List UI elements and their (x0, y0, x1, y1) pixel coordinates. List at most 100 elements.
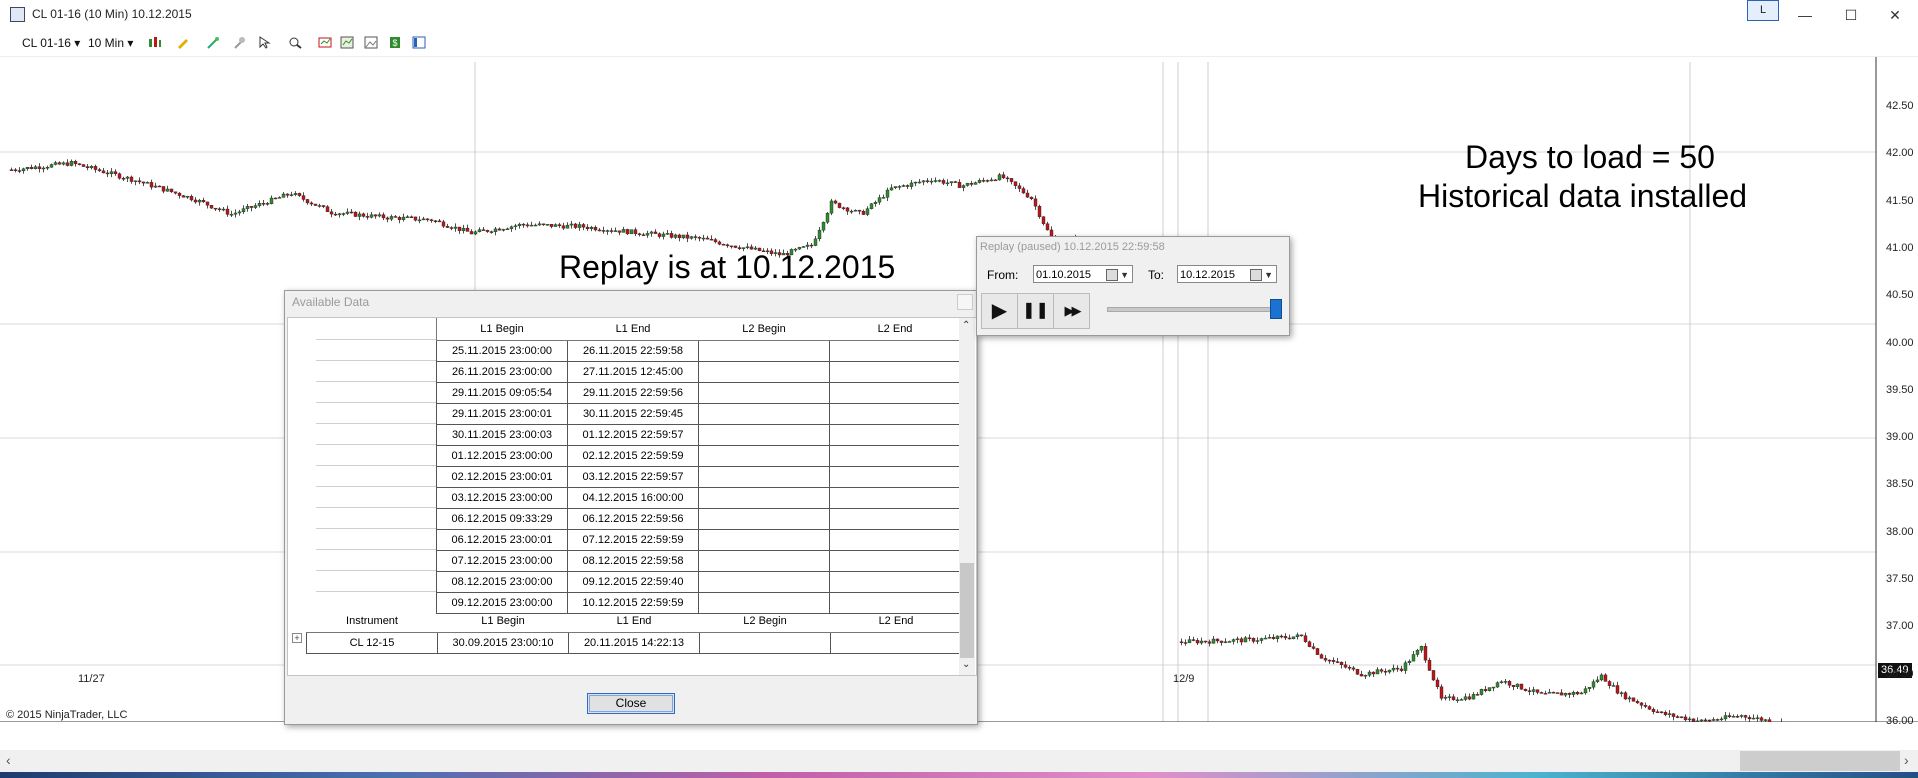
candle (1323, 658, 1328, 661)
grid-vertical-scrollbar[interactable]: ⌃ ⌄ (959, 318, 975, 675)
replay-position-slider[interactable] (1107, 307, 1281, 312)
pin-icon[interactable] (232, 36, 246, 49)
image-icon[interactable] (364, 36, 378, 49)
candle (933, 180, 938, 182)
calendar-icon[interactable] (1106, 269, 1118, 281)
scroll-right-icon[interactable]: › (1904, 752, 1909, 768)
chevron-down-icon[interactable]: ▼ (1120, 266, 1129, 284)
table-row[interactable]: 01.12.2015 23:00:00 02.12.2015 22:59:59 (436, 445, 961, 467)
candle (589, 226, 594, 229)
candle (697, 237, 702, 239)
strategy-icon[interactable] (318, 36, 332, 49)
candle (677, 234, 682, 239)
close-button[interactable]: Close (587, 693, 675, 714)
grid-scrollbar-thumb[interactable] (960, 563, 974, 658)
indicators-icon[interactable] (340, 36, 354, 49)
column-header[interactable]: L2 Begin (699, 610, 831, 633)
table-row[interactable]: 25.11.2015 23:00:00 26.11.2015 22:59:58 (436, 340, 961, 362)
to-date-field[interactable]: 10.12.2015 ▼ (1177, 265, 1277, 283)
bar-chart-style-icon[interactable] (148, 36, 162, 49)
pause-button[interactable]: ❚❚ (1017, 293, 1054, 329)
candle (553, 224, 558, 227)
table-row[interactable]: 08.12.2015 23:00:00 09.12.2015 22:59:40 (436, 571, 961, 593)
table-cell (829, 382, 961, 404)
calendar-icon[interactable] (1250, 269, 1262, 281)
play-button[interactable]: ▶ (981, 293, 1018, 329)
candle (265, 203, 270, 205)
y-tick-label: 39.50 (1886, 383, 1914, 396)
table-row[interactable]: 29.11.2015 09:05:54 29.11.2015 22:59:56 (436, 382, 961, 404)
candle (1447, 696, 1452, 698)
pencil-icon[interactable] (176, 36, 190, 49)
candle (45, 167, 50, 169)
dialog-close-icon[interactable] (957, 294, 973, 310)
fast-forward-button[interactable]: ▶▶ (1053, 293, 1090, 329)
candle (673, 234, 678, 238)
table-row[interactable]: CL 12-15 30.09.2015 23:00:10 20.11.2015 14… (306, 632, 962, 654)
expand-icon[interactable]: + (292, 633, 302, 643)
table-row[interactable]: 02.12.2015 23:00:01 03.12.2015 22:59:57 (436, 466, 961, 488)
candle (465, 227, 470, 232)
candle (1001, 174, 1006, 179)
table-cell: 06.12.2015 09:33:29 (436, 508, 568, 530)
tree-row-divider (316, 402, 436, 403)
candle (1443, 696, 1448, 699)
candle (1037, 205, 1042, 217)
column-header[interactable]: L1 Begin (437, 610, 569, 633)
candle (293, 193, 298, 195)
scroll-left-icon[interactable]: ‹ (6, 752, 11, 768)
instrument-selector[interactable]: CL 01-16 ▾ (22, 34, 80, 52)
table-cell (698, 445, 830, 467)
candle (381, 214, 386, 219)
column-header[interactable]: L1 End (567, 318, 699, 341)
magic-wand-icon[interactable] (206, 36, 220, 49)
candle (957, 182, 962, 188)
column-header[interactable]: Instrument (306, 610, 438, 633)
table-row[interactable]: 26.11.2015 23:00:00 27.11.2015 12:45:00 (436, 361, 961, 383)
table-row[interactable]: 06.12.2015 23:00:01 07.12.2015 22:59:59 (436, 529, 961, 551)
candle (1635, 701, 1640, 704)
candle (513, 225, 518, 228)
table-cell: 08.12.2015 23:00:00 (436, 571, 568, 593)
table-row[interactable]: 30.11.2015 23:00:03 01.12.2015 22:59:57 (436, 424, 961, 446)
column-header[interactable]: L1 Begin (436, 318, 568, 341)
column-header[interactable]: L2 Begin (698, 318, 830, 341)
candle (1695, 720, 1700, 722)
table-row[interactable]: 06.12.2015 09:33:29 06.12.2015 22:59:56 (436, 508, 961, 530)
interval-selector[interactable]: 10 Min ▾ (88, 34, 133, 52)
column-header[interactable]: L2 End (830, 610, 962, 633)
candle (1483, 689, 1488, 691)
properties-icon[interactable] (412, 36, 426, 49)
column-header[interactable]: L2 End (829, 318, 961, 341)
candle (1267, 637, 1272, 639)
replay-slider-thumb[interactable] (1270, 299, 1282, 319)
from-date-field[interactable]: 01.10.2015 ▼ (1033, 265, 1133, 283)
maximize-button[interactable]: ☐ (1828, 2, 1874, 28)
historical-data-annotation: Historical data installed (1418, 178, 1748, 214)
candle (369, 214, 374, 218)
candle (645, 233, 650, 236)
pointer-icon[interactable] (258, 36, 272, 49)
dollar-icon[interactable]: $ (388, 36, 402, 49)
candle (565, 224, 570, 229)
scrollbar-thumb[interactable] (1740, 751, 1900, 771)
candle (1459, 699, 1464, 701)
link-button[interactable]: L (1747, 0, 1779, 21)
table-row[interactable]: 29.11.2015 23:00:01 30.11.2015 22:59:45 (436, 403, 961, 425)
close-window-button[interactable]: ✕ (1872, 2, 1918, 28)
scroll-up-icon[interactable]: ⌃ (962, 320, 970, 331)
table-row[interactable]: 03.12.2015 23:00:00 04.12.2015 16:00:00 (436, 487, 961, 509)
column-header[interactable]: L1 End (568, 610, 700, 633)
zoom-icon[interactable] (288, 36, 302, 49)
candle (1623, 692, 1628, 700)
days-to-load-annotation: Days to load = 50 (1465, 139, 1715, 175)
candle (965, 182, 970, 186)
scroll-down-icon[interactable]: ⌄ (962, 659, 970, 670)
candle (1727, 715, 1732, 718)
chevron-down-icon[interactable]: ▼ (1264, 266, 1273, 284)
table-row[interactable]: 07.12.2015 23:00:00 08.12.2015 22:59:58 (436, 550, 961, 572)
minimize-button[interactable]: — (1782, 2, 1828, 28)
candle (1675, 716, 1680, 718)
candle (1763, 719, 1768, 721)
chart-horizontal-scrollbar[interactable]: ‹ › (0, 750, 1918, 772)
